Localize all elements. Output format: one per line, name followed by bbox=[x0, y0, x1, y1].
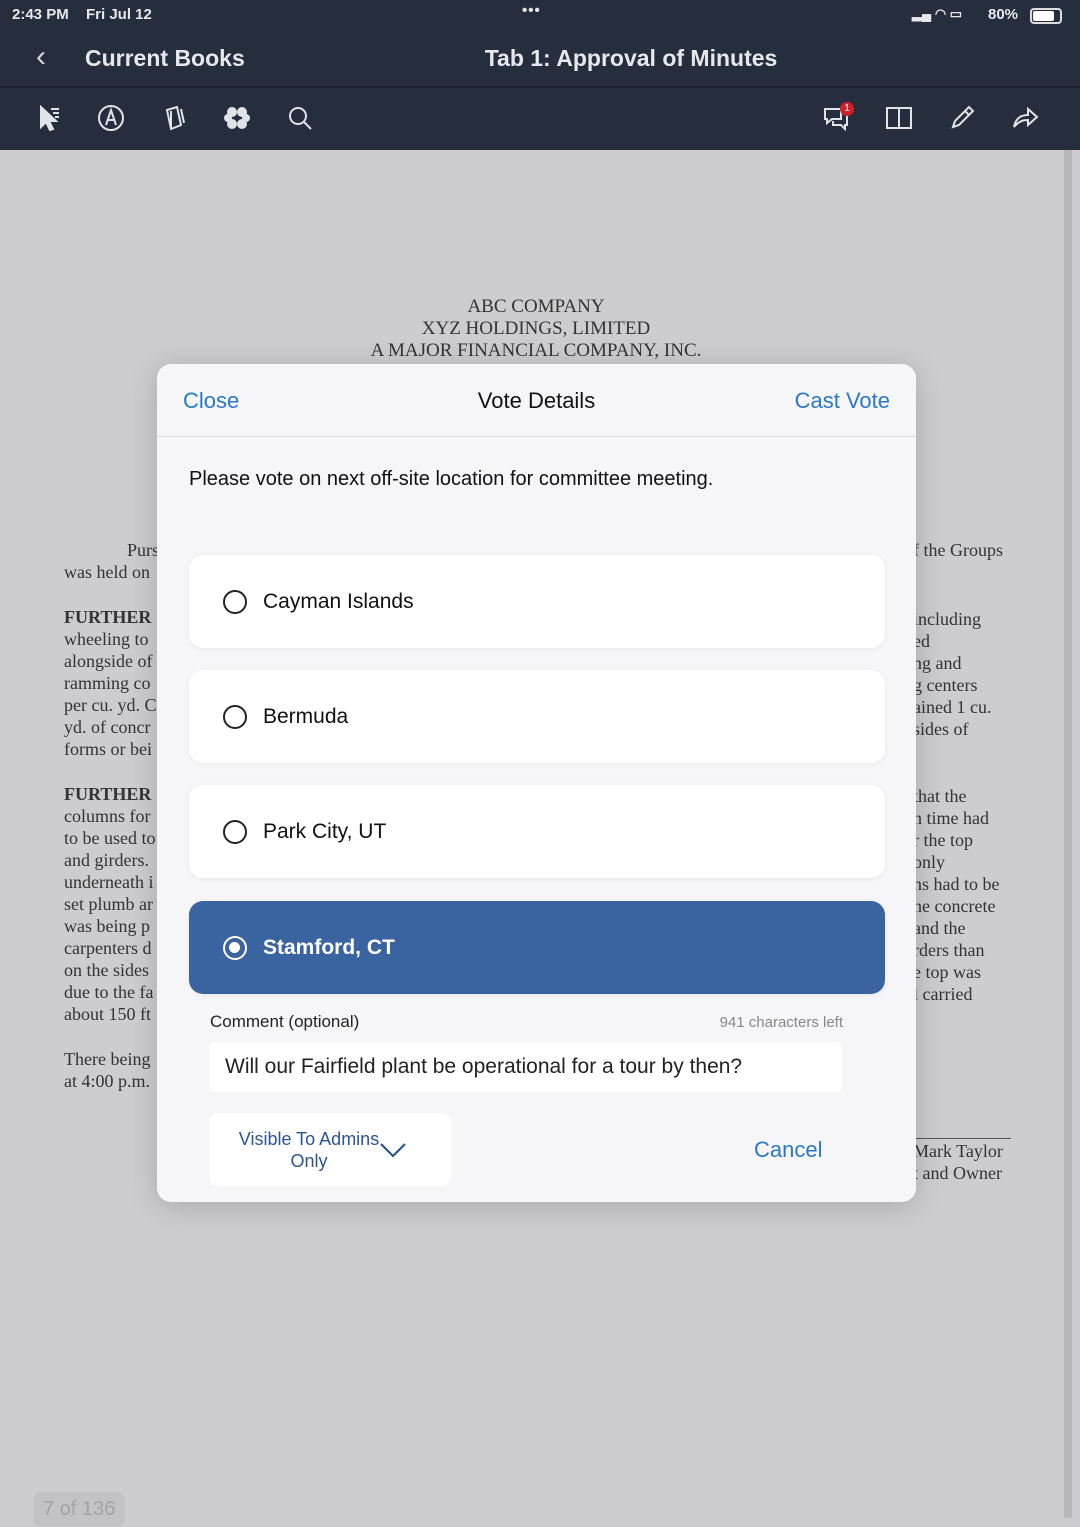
doc-text-line: only bbox=[913, 852, 946, 872]
doc-text-line: on the sides bbox=[64, 960, 149, 980]
doc-text-line: set plumb ar bbox=[64, 894, 153, 914]
battery-icon bbox=[1030, 8, 1062, 24]
doc-text-line: he concrete bbox=[913, 896, 996, 916]
vote-option[interactable]: Park City, UT bbox=[189, 785, 885, 878]
doc-text-line: at 4:00 p.m. bbox=[64, 1071, 150, 1091]
doc-text-line: including bbox=[913, 609, 981, 629]
vote-option-selected[interactable]: Stamford, CT bbox=[189, 901, 885, 994]
doc-header-line: XYZ HOLDINGS, LIMITED bbox=[421, 318, 651, 339]
doc-text-line: wheeling to bbox=[64, 629, 149, 649]
doc-text-line: and the bbox=[913, 918, 966, 938]
comment-label: Comment (optional) bbox=[210, 1012, 360, 1031]
vote-question: Please vote on next off-site location fo… bbox=[189, 468, 714, 490]
doc-text-line: t and Owner bbox=[913, 1163, 1002, 1183]
flower-icon[interactable] bbox=[217, 98, 257, 138]
doc-text-line: f the Groups bbox=[913, 540, 1003, 560]
doc-text-line: There being bbox=[64, 1049, 151, 1069]
doc-text-line: due to the fa bbox=[64, 982, 154, 1002]
vote-option[interactable]: Bermuda bbox=[189, 670, 885, 763]
page-indicator: 7 of 136 bbox=[33, 1492, 126, 1527]
share-icon[interactable] bbox=[1005, 98, 1045, 138]
doc-text-line: e top was bbox=[913, 962, 981, 982]
doc-text-line: l carried bbox=[913, 984, 973, 1004]
radio-icon[interactable] bbox=[223, 819, 247, 844]
doc-text-line: alongside of bbox=[64, 651, 153, 671]
option-label: Park City, UT bbox=[263, 819, 387, 843]
pen-circle-icon[interactable] bbox=[91, 98, 131, 138]
doc-text-line: ramming co bbox=[64, 673, 151, 693]
doc-text-line: yd. of concr bbox=[64, 717, 151, 737]
doc-text-line: per cu. yd. C bbox=[64, 695, 157, 715]
doc-text-line: forms or bei bbox=[64, 739, 152, 759]
status-date: Fri Jul 12 bbox=[86, 6, 152, 23]
doc-text-line: ns had to be bbox=[913, 874, 1000, 894]
navigation-bar: 2:43 PM Fri Jul 12 ••• ▂▄ ◠ ▭ 80% ‹ Curr… bbox=[0, 0, 1080, 86]
status-time: 2:43 PM bbox=[12, 6, 69, 23]
doc-text-line: was held on bbox=[64, 562, 150, 582]
doc-text-line: h time had bbox=[913, 808, 989, 828]
doc-text-line: g centers bbox=[913, 675, 978, 695]
cast-vote-button[interactable]: Cast Vote bbox=[795, 388, 890, 414]
radio-icon[interactable] bbox=[223, 589, 247, 614]
signal-wifi-icon: ▂▄ ◠ ▭ bbox=[912, 6, 963, 21]
battery-percent: 80% bbox=[988, 6, 1019, 23]
doc-header-line: ABC COMPANY bbox=[467, 296, 605, 317]
doc-text-line: rders than bbox=[913, 940, 985, 960]
visibility-dropdown[interactable]: Visible To Admins Only bbox=[209, 1113, 451, 1186]
vote-option[interactable]: Cayman Islands bbox=[189, 555, 885, 648]
signature-line bbox=[916, 1138, 1011, 1139]
option-label: Stamford, CT bbox=[263, 935, 395, 959]
search-icon[interactable] bbox=[280, 98, 320, 138]
comments-icon[interactable]: 1 bbox=[816, 98, 856, 138]
visibility-label: Visible To Admins Only bbox=[238, 1129, 380, 1171]
doc-text-line: Mark Taylor bbox=[913, 1141, 1003, 1161]
doc-text-line: that the bbox=[913, 786, 967, 806]
page-title: Tab 1: Approval of Minutes bbox=[484, 45, 778, 71]
doc-text-line: FURTHER bbox=[64, 607, 152, 627]
pencil-icon[interactable] bbox=[942, 98, 982, 138]
option-label: Bermuda bbox=[263, 704, 349, 728]
copy-pages-icon[interactable] bbox=[154, 98, 194, 138]
doc-text-line: about 150 ft bbox=[64, 1004, 151, 1024]
doc-text-line: Purs bbox=[127, 540, 160, 560]
doc-text-line: to be used to bbox=[64, 828, 156, 848]
doc-text-line: r the top bbox=[913, 830, 973, 850]
characters-left: 941 characters left bbox=[719, 1014, 843, 1031]
doc-text-line: columns for bbox=[64, 806, 151, 826]
doc-text-line: and girders. bbox=[64, 850, 149, 870]
option-label: Cayman Islands bbox=[263, 589, 414, 613]
vote-details-modal: Close Vote Details Cast Vote Please vote… bbox=[157, 364, 916, 1202]
doc-text-line: sides of bbox=[913, 719, 969, 739]
comment-count-badge: 1 bbox=[840, 102, 854, 116]
doc-text-line: FURTHER bbox=[64, 784, 152, 804]
chevron-down-icon bbox=[380, 1143, 406, 1158]
radio-icon[interactable] bbox=[223, 704, 247, 729]
multitask-dots-icon[interactable]: ••• bbox=[522, 2, 541, 19]
doc-header-line: A MAJOR FINANCIAL COMPANY, INC. bbox=[370, 340, 702, 361]
cancel-button[interactable]: Cancel bbox=[754, 1137, 822, 1163]
doc-text-line: underneath i bbox=[64, 872, 154, 892]
doc-text-line: carpenters d bbox=[64, 938, 152, 958]
toolbar: 1 bbox=[0, 86, 1080, 150]
doc-text-line: was being p bbox=[64, 916, 150, 936]
doc-text-line: ained 1 cu. bbox=[913, 697, 992, 717]
book-icon[interactable] bbox=[879, 98, 919, 138]
comment-input[interactable] bbox=[209, 1042, 842, 1092]
radio-selected-icon[interactable] bbox=[223, 935, 247, 960]
modal-header: Close Vote Details Cast Vote bbox=[157, 364, 916, 437]
doc-text-line: ng and bbox=[913, 653, 962, 673]
select-pointer-icon[interactable] bbox=[28, 98, 68, 138]
